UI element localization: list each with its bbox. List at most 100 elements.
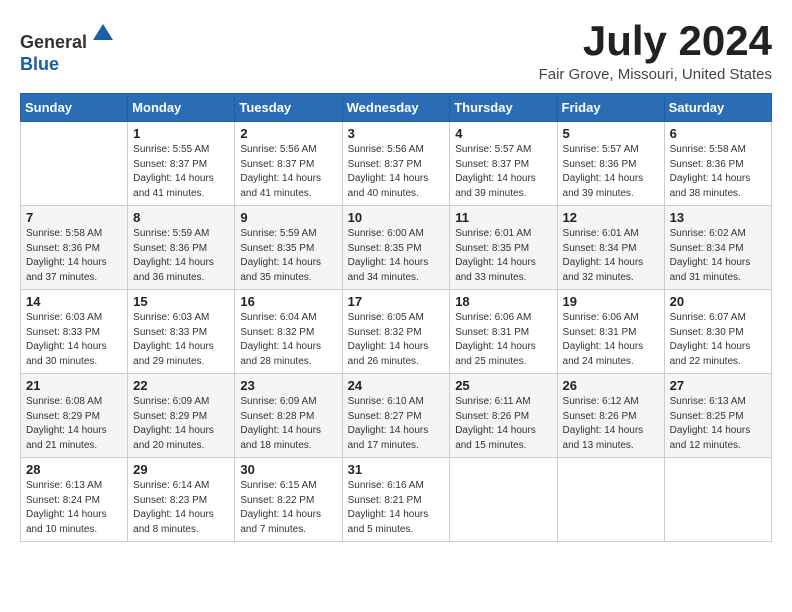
calendar-cell [21,122,128,206]
month-year: July 2024 [539,20,772,62]
calendar-cell: 16 Sunrise: 6:04 AMSunset: 8:32 PMDaylig… [235,290,342,374]
calendar-cell: 4 Sunrise: 5:57 AMSunset: 8:37 PMDayligh… [450,122,557,206]
day-number: 11 [455,210,551,225]
calendar-cell: 31 Sunrise: 6:16 AMSunset: 8:21 PMDaylig… [342,458,450,542]
day-info: Sunrise: 5:59 AMSunset: 8:35 PMDaylight:… [240,227,336,285]
day-number: 3 [348,126,445,141]
day-info: Sunrise: 6:07 AMSunset: 8:30 PMDaylight:… [670,311,766,369]
day-number: 15 [133,294,229,309]
weekday-header-saturday: Saturday [664,94,771,122]
day-info: Sunrise: 6:10 AMSunset: 8:27 PMDaylight:… [348,395,445,453]
day-number: 6 [670,126,766,141]
day-info: Sunrise: 6:03 AMSunset: 8:33 PMDaylight:… [133,311,229,369]
day-info: Sunrise: 6:11 AMSunset: 8:26 PMDaylight:… [455,395,551,453]
calendar-cell: 1 Sunrise: 5:55 AMSunset: 8:37 PMDayligh… [128,122,235,206]
calendar-cell: 11 Sunrise: 6:01 AMSunset: 8:35 PMDaylig… [450,206,557,290]
day-info: Sunrise: 6:01 AMSunset: 8:34 PMDaylight:… [563,227,659,285]
day-info: Sunrise: 6:03 AMSunset: 8:33 PMDaylight:… [26,311,122,369]
day-info: Sunrise: 6:06 AMSunset: 8:31 PMDaylight:… [455,311,551,369]
day-number: 19 [563,294,659,309]
logo-blue: Blue [20,54,59,74]
day-number: 20 [670,294,766,309]
day-info: Sunrise: 6:13 AMSunset: 8:25 PMDaylight:… [670,395,766,453]
day-number: 17 [348,294,445,309]
day-info: Sunrise: 5:55 AMSunset: 8:37 PMDaylight:… [133,143,229,201]
calendar-cell: 8 Sunrise: 5:59 AMSunset: 8:36 PMDayligh… [128,206,235,290]
day-number: 5 [563,126,659,141]
logo-general: General [20,32,87,52]
day-info: Sunrise: 6:06 AMSunset: 8:31 PMDaylight:… [563,311,659,369]
day-info: Sunrise: 6:09 AMSunset: 8:28 PMDaylight:… [240,395,336,453]
day-info: Sunrise: 5:56 AMSunset: 8:37 PMDaylight:… [240,143,336,201]
calendar-cell [557,458,664,542]
calendar-cell: 23 Sunrise: 6:09 AMSunset: 8:28 PMDaylig… [235,374,342,458]
day-info: Sunrise: 6:12 AMSunset: 8:26 PMDaylight:… [563,395,659,453]
day-number: 25 [455,378,551,393]
day-number: 2 [240,126,336,141]
calendar-cell: 6 Sunrise: 5:58 AMSunset: 8:36 PMDayligh… [664,122,771,206]
day-number: 21 [26,378,122,393]
day-info: Sunrise: 5:57 AMSunset: 8:37 PMDaylight:… [455,143,551,201]
day-info: Sunrise: 6:14 AMSunset: 8:23 PMDaylight:… [133,479,229,537]
day-number: 22 [133,378,229,393]
day-info: Sunrise: 5:59 AMSunset: 8:36 PMDaylight:… [133,227,229,285]
day-number: 4 [455,126,551,141]
weekday-header-wednesday: Wednesday [342,94,450,122]
weekday-header-tuesday: Tuesday [235,94,342,122]
day-info: Sunrise: 6:02 AMSunset: 8:34 PMDaylight:… [670,227,766,285]
calendar-cell: 5 Sunrise: 5:57 AMSunset: 8:36 PMDayligh… [557,122,664,206]
day-number: 9 [240,210,336,225]
day-number: 29 [133,462,229,477]
title-block: July 2024 Fair Grove, Missouri, United S… [539,20,772,83]
weekday-header-row: SundayMondayTuesdayWednesdayThursdayFrid… [21,94,772,122]
day-info: Sunrise: 6:16 AMSunset: 8:21 PMDaylight:… [348,479,445,537]
weekday-header-monday: Monday [128,94,235,122]
calendar-cell: 28 Sunrise: 6:13 AMSunset: 8:24 PMDaylig… [21,458,128,542]
logo-icon [89,20,117,48]
day-number: 30 [240,462,336,477]
calendar-cell: 22 Sunrise: 6:09 AMSunset: 8:29 PMDaylig… [128,374,235,458]
day-info: Sunrise: 5:56 AMSunset: 8:37 PMDaylight:… [348,143,445,201]
day-number: 28 [26,462,122,477]
calendar-cell: 19 Sunrise: 6:06 AMSunset: 8:31 PMDaylig… [557,290,664,374]
calendar-week-1: 1 Sunrise: 5:55 AMSunset: 8:37 PMDayligh… [21,122,772,206]
day-info: Sunrise: 6:01 AMSunset: 8:35 PMDaylight:… [455,227,551,285]
day-info: Sunrise: 6:15 AMSunset: 8:22 PMDaylight:… [240,479,336,537]
day-number: 27 [670,378,766,393]
day-number: 16 [240,294,336,309]
day-info: Sunrise: 5:58 AMSunset: 8:36 PMDaylight:… [670,143,766,201]
calendar-cell: 10 Sunrise: 6:00 AMSunset: 8:35 PMDaylig… [342,206,450,290]
calendar-cell: 15 Sunrise: 6:03 AMSunset: 8:33 PMDaylig… [128,290,235,374]
weekday-header-thursday: Thursday [450,94,557,122]
day-info: Sunrise: 6:00 AMSunset: 8:35 PMDaylight:… [348,227,445,285]
day-number: 31 [348,462,445,477]
day-info: Sunrise: 5:57 AMSunset: 8:36 PMDaylight:… [563,143,659,201]
weekday-header-friday: Friday [557,94,664,122]
calendar-week-3: 14 Sunrise: 6:03 AMSunset: 8:33 PMDaylig… [21,290,772,374]
calendar-cell: 12 Sunrise: 6:01 AMSunset: 8:34 PMDaylig… [557,206,664,290]
day-number: 13 [670,210,766,225]
calendar-cell: 13 Sunrise: 6:02 AMSunset: 8:34 PMDaylig… [664,206,771,290]
calendar-table: SundayMondayTuesdayWednesdayThursdayFrid… [20,93,772,542]
calendar-week-5: 28 Sunrise: 6:13 AMSunset: 8:24 PMDaylig… [21,458,772,542]
calendar-cell [450,458,557,542]
day-number: 7 [26,210,122,225]
logo: General Blue [20,20,117,75]
day-info: Sunrise: 6:04 AMSunset: 8:32 PMDaylight:… [240,311,336,369]
calendar-cell: 20 Sunrise: 6:07 AMSunset: 8:30 PMDaylig… [664,290,771,374]
calendar-cell: 3 Sunrise: 5:56 AMSunset: 8:37 PMDayligh… [342,122,450,206]
calendar-cell: 29 Sunrise: 6:14 AMSunset: 8:23 PMDaylig… [128,458,235,542]
day-number: 26 [563,378,659,393]
day-number: 12 [563,210,659,225]
calendar-cell: 21 Sunrise: 6:08 AMSunset: 8:29 PMDaylig… [21,374,128,458]
day-info: Sunrise: 6:05 AMSunset: 8:32 PMDaylight:… [348,311,445,369]
calendar-cell: 27 Sunrise: 6:13 AMSunset: 8:25 PMDaylig… [664,374,771,458]
calendar-cell: 7 Sunrise: 5:58 AMSunset: 8:36 PMDayligh… [21,206,128,290]
day-number: 8 [133,210,229,225]
day-info: Sunrise: 6:13 AMSunset: 8:24 PMDaylight:… [26,479,122,537]
day-number: 1 [133,126,229,141]
page-header: General Blue July 2024 Fair Grove, Misso… [20,20,772,83]
calendar-cell: 17 Sunrise: 6:05 AMSunset: 8:32 PMDaylig… [342,290,450,374]
day-number: 18 [455,294,551,309]
day-number: 10 [348,210,445,225]
